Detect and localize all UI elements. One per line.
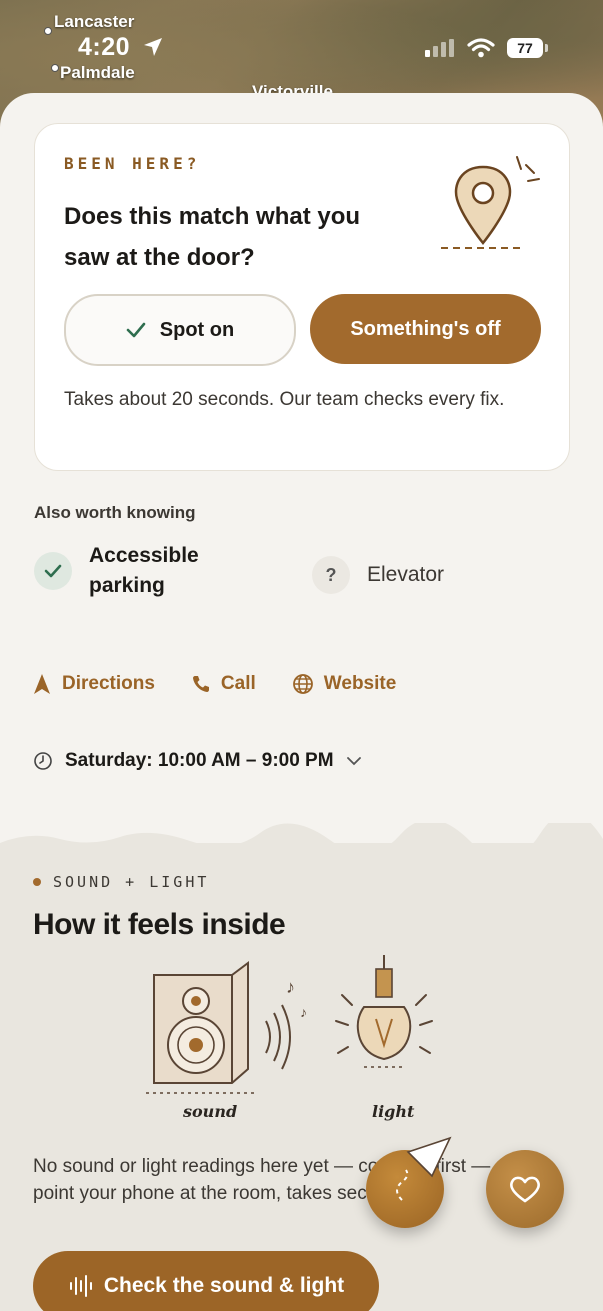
svg-text:♪: ♪: [286, 977, 295, 997]
speaker-icon: ♪ ♪: [146, 961, 307, 1094]
feature-label: Elevator: [367, 563, 445, 586]
something-off-label: Something's off: [350, 317, 501, 340]
website-label: Website: [323, 673, 397, 694]
section-eyebrow: SOUND + LIGHT: [33, 873, 209, 891]
spot-on-label: Spot on: [159, 318, 235, 341]
heart-icon: [510, 1176, 540, 1203]
hours-dropdown[interactable]: Saturday: 10:00 AM – 9:00 PM: [33, 750, 362, 772]
chevron-down-icon: [346, 757, 361, 766]
feature-label: Accessible parking: [89, 544, 199, 597]
wifi-icon: [467, 38, 495, 58]
share-route-button[interactable]: [366, 1136, 452, 1228]
feature-accessible-parking: Accessible parking: [34, 541, 234, 601]
svg-text:♪: ♪: [300, 1004, 307, 1020]
map-label-palmdale: Palmdale: [60, 63, 135, 82]
also-worth-knowing-title: Also worth knowing: [34, 503, 196, 522]
directions-label: Directions: [62, 673, 155, 694]
check-icon: [126, 322, 146, 338]
sound-light-illustration: ♪ ♪: [146, 955, 433, 1094]
directions-icon: [34, 674, 50, 694]
call-link[interactable]: Call: [191, 673, 256, 695]
action-links: Directions Call Website: [32, 673, 396, 695]
feedback-card: BEEN HERE? Does this match what you saw …: [34, 123, 570, 471]
light-caption: light: [372, 1102, 415, 1121]
call-label: Call: [220, 673, 256, 694]
status-indicators: 77: [425, 38, 548, 58]
location-arrow-icon: [144, 38, 162, 56]
sound-light-section: SOUND + LIGHT How it feels inside ♪ ♪ so…: [0, 823, 603, 1311]
waveform-icon: [69, 1275, 92, 1297]
map-pin-icon: [441, 156, 540, 249]
section-title: How it feels inside: [33, 908, 286, 941]
place-detail-sheet: BEEN HERE? Does this match what you saw …: [0, 93, 603, 1311]
feature-elevator: ? Elevator: [312, 556, 444, 594]
sound-caption: sound: [183, 1102, 238, 1121]
spot-on-button[interactable]: Spot on: [64, 294, 296, 366]
website-link[interactable]: Website: [292, 673, 397, 695]
check-icon: [34, 552, 72, 590]
favorite-button[interactable]: [486, 1150, 564, 1228]
question-icon: ?: [312, 556, 350, 594]
clock-icon: [34, 752, 52, 770]
map-label-lancaster: Lancaster: [54, 12, 135, 31]
check-sound-light-button[interactable]: Check the sound & light: [33, 1251, 379, 1311]
directions-link[interactable]: Directions: [32, 673, 155, 695]
paper-plane-icon: [396, 1136, 452, 1201]
something-off-button[interactable]: Something's off: [310, 294, 541, 364]
light-bulb-icon: [335, 955, 433, 1068]
status-time: 4:20: [78, 33, 131, 61]
phone-icon: [192, 676, 209, 692]
section-eyebrow-text: SOUND + LIGHT: [53, 873, 210, 891]
map-pin-dot: [51, 64, 59, 72]
torn-edge-divider: [0, 823, 603, 853]
cta-label: Check the sound & light: [103, 1274, 345, 1297]
battery-indicator: 77: [507, 38, 548, 58]
hours-text: Saturday: 10:00 AM – 9:00 PM: [65, 750, 334, 771]
card-question: Does this match what you saw at the door…: [64, 203, 361, 271]
bullet-dot: [33, 878, 41, 886]
signal-icon: [425, 39, 454, 57]
globe-icon: [292, 674, 313, 694]
card-note: Takes about 20 seconds. Our team checks …: [64, 389, 505, 410]
map-pin-dot: [44, 27, 52, 35]
card-eyebrow: BEEN HERE?: [64, 154, 201, 173]
